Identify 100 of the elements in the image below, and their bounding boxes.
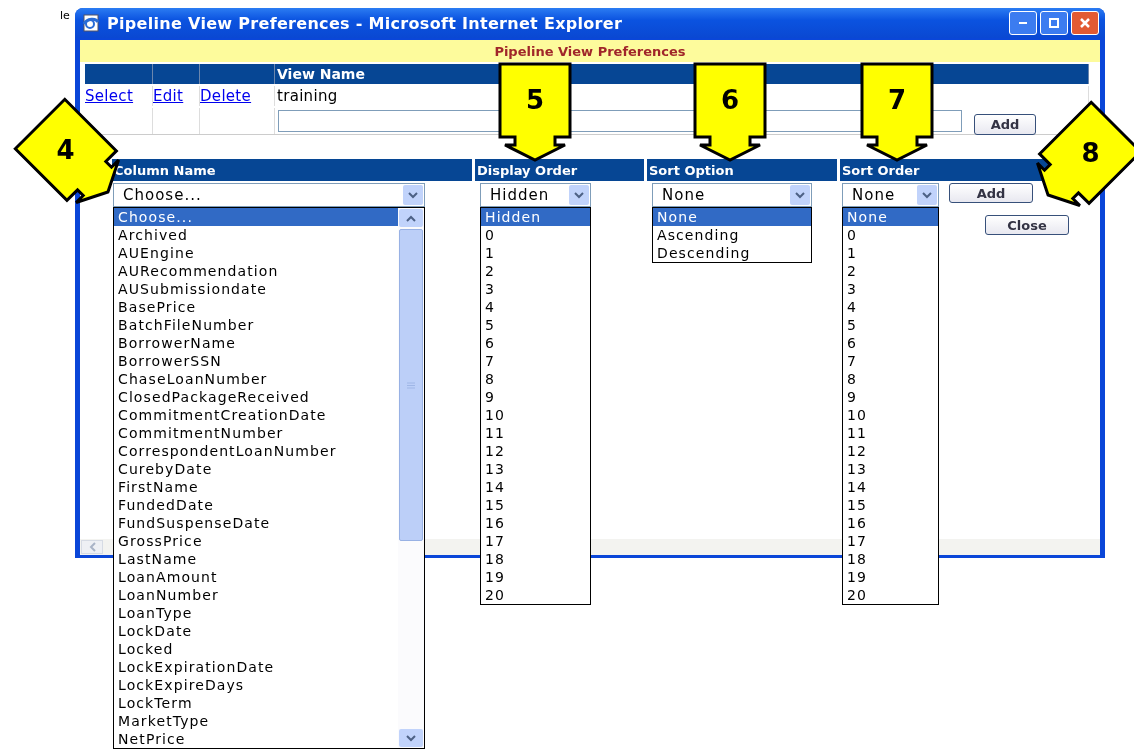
scrollbar-thumb[interactable] (399, 229, 423, 541)
dropdown-option[interactable]: 20 (843, 586, 938, 604)
dropdown-option[interactable]: 6 (843, 334, 938, 352)
dropdown-option[interactable]: ChaseLoanNumber (114, 370, 398, 388)
dropdown-option[interactable]: 12 (843, 442, 938, 460)
dropdown-option[interactable]: 15 (481, 496, 590, 514)
dropdown-option[interactable]: 2 (481, 262, 590, 280)
dropdown-option[interactable]: 4 (843, 298, 938, 316)
dropdown-option[interactable]: 4 (481, 298, 590, 316)
dropdown-option[interactable]: Ascending (653, 226, 811, 244)
dropdown-option[interactable]: CurebyDate (114, 460, 398, 478)
dropdown-option[interactable]: AURecommendation (114, 262, 398, 280)
dropdown-option[interactable]: None (653, 208, 811, 226)
dropdown[interactable]: None (842, 183, 939, 207)
dropdown-option[interactable]: 17 (481, 532, 590, 550)
dropdown-option[interactable]: 8 (843, 370, 938, 388)
dropdown-arrow-button[interactable] (403, 185, 423, 205)
dropdown-option[interactable]: GrossPrice (114, 532, 398, 550)
header-cell (85, 64, 153, 84)
dropdown-option[interactable]: 8 (481, 370, 590, 388)
dropdown-option[interactable]: LockTerm (114, 694, 398, 712)
dropdown-option[interactable]: Archived (114, 226, 398, 244)
dropdown-option[interactable]: 20 (481, 586, 590, 604)
add-button[interactable]: Add (949, 183, 1033, 203)
dropdown-option[interactable]: 19 (843, 568, 938, 586)
dropdown-option[interactable]: LoanType (114, 604, 398, 622)
dropdown-option[interactable]: LockExpirationDate (114, 658, 398, 676)
dropdown-option[interactable]: 7 (843, 352, 938, 370)
dropdown-option[interactable]: BasePrice (114, 298, 398, 316)
dropdown-option[interactable]: 14 (481, 478, 590, 496)
dropdown-option[interactable]: LockExpireDays (114, 676, 398, 694)
dropdown-option[interactable]: 2 (843, 262, 938, 280)
dropdown-option[interactable]: 13 (843, 460, 938, 478)
dropdown-option[interactable]: 7 (481, 352, 590, 370)
dropdown-option[interactable]: 6 (481, 334, 590, 352)
maximize-button[interactable] (1040, 11, 1068, 35)
dropdown-option[interactable]: ClosedPackageReceived (114, 388, 398, 406)
dropdown-option[interactable]: 0 (843, 226, 938, 244)
dropdown-option[interactable]: 14 (843, 478, 938, 496)
scroll-up-button[interactable] (399, 209, 423, 227)
dropdown[interactable]: None (652, 183, 812, 207)
action-link[interactable]: Select (85, 87, 134, 105)
dropdown-option[interactable]: 16 (843, 514, 938, 532)
action-link[interactable]: Delete (200, 87, 252, 105)
dropdown-option[interactable]: FirstName (114, 478, 398, 496)
dropdown-option[interactable]: 5 (843, 316, 938, 334)
dropdown-option[interactable]: 12 (481, 442, 590, 460)
dropdown-option[interactable]: NetPrice (114, 730, 398, 748)
dropdown-option[interactable]: MarketType (114, 712, 398, 730)
dropdown-option[interactable]: 11 (481, 424, 590, 442)
dropdown-option[interactable]: 1 (843, 244, 938, 262)
dropdown-option[interactable]: CorrespondentLoanNumber (114, 442, 398, 460)
dropdown-option[interactable]: CommitmentNumber (114, 424, 398, 442)
dropdown-option[interactable]: BorrowerSSN (114, 352, 398, 370)
dropdown-option[interactable]: 3 (843, 280, 938, 298)
dropdown-option[interactable]: Hidden (481, 208, 590, 226)
dropdown[interactable]: Choose... (113, 183, 425, 207)
dropdown[interactable]: Hidden (480, 183, 591, 207)
dropdown-option[interactable]: 16 (481, 514, 590, 532)
scroll-down-button[interactable] (399, 729, 423, 747)
dropdown-option[interactable]: 17 (843, 532, 938, 550)
dropdown-arrow-button[interactable] (917, 185, 937, 205)
dropdown-arrow-button[interactable] (569, 185, 589, 205)
dropdown-option[interactable]: 5 (481, 316, 590, 334)
dropdown-option[interactable]: BorrowerName (114, 334, 398, 352)
dropdown-option[interactable]: 15 (843, 496, 938, 514)
dropdown-option[interactable]: LockDate (114, 622, 398, 640)
dropdown-option[interactable]: 10 (481, 406, 590, 424)
dropdown-option[interactable]: LastName (114, 550, 398, 568)
dropdown-option[interactable]: LoanAmount (114, 568, 398, 586)
dropdown-option[interactable]: AUEngine (114, 244, 398, 262)
dropdown-option[interactable]: 18 (843, 550, 938, 568)
action-link[interactable]: Edit (153, 87, 184, 105)
add-button[interactable]: Add (974, 113, 1036, 135)
dropdown-option[interactable]: 9 (843, 388, 938, 406)
dropdown-option[interactable]: Descending (653, 244, 811, 262)
dropdown-option[interactable]: 13 (481, 460, 590, 478)
dropdown-option[interactable]: FundSuspenseDate (114, 514, 398, 532)
dropdown-option[interactable]: 19 (481, 568, 590, 586)
dropdown-option[interactable]: CommitmentCreationDate (114, 406, 398, 424)
dropdown-option[interactable]: 3 (481, 280, 590, 298)
chevron-left-icon (88, 542, 96, 552)
dropdown-option[interactable]: BatchFileNumber (114, 316, 398, 334)
minimize-icon (1019, 22, 1027, 24)
dropdown-arrow-button[interactable] (790, 185, 810, 205)
dropdown-option[interactable]: FundedDate (114, 496, 398, 514)
dropdown-option[interactable]: Locked (114, 640, 398, 658)
dropdown-option[interactable]: None (843, 208, 938, 226)
dropdown-option[interactable]: AUSubmissiondate (114, 280, 398, 298)
dropdown-option[interactable]: Choose... (114, 208, 398, 226)
dropdown-option[interactable]: 1 (481, 244, 590, 262)
dropdown-option[interactable]: 9 (481, 388, 590, 406)
dropdown-option[interactable]: LoanNumber (114, 586, 398, 604)
dropdown-option[interactable]: 11 (843, 424, 938, 442)
close-button[interactable]: Close (985, 215, 1069, 235)
close-button[interactable] (1071, 11, 1099, 35)
dropdown-option[interactable]: 18 (481, 550, 590, 568)
minimize-button[interactable] (1009, 11, 1037, 35)
dropdown-option[interactable]: 0 (481, 226, 590, 244)
dropdown-option[interactable]: 10 (843, 406, 938, 424)
